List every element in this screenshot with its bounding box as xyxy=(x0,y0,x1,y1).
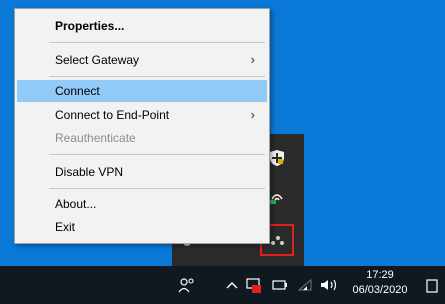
shield-icon[interactable] xyxy=(268,148,286,168)
chevron-right-icon: › xyxy=(250,107,255,122)
people-taskbar-icon[interactable] xyxy=(176,274,198,296)
menu-item-label: Reauthenticate xyxy=(55,131,136,145)
volume-icon[interactable] xyxy=(318,276,340,294)
menu-item-about[interactable]: About... xyxy=(17,193,267,215)
menu-separator xyxy=(49,188,265,189)
menu-separator xyxy=(49,76,265,77)
menu-item-reauthenticate[interactable]: Reauthenticate xyxy=(17,127,267,149)
menu-item-label: Connect xyxy=(55,84,100,98)
menu-item-connect[interactable]: Connect xyxy=(17,80,267,102)
battery-icon[interactable] xyxy=(270,276,290,294)
menu-item-label: Select Gateway xyxy=(55,53,140,67)
clock-time: 17:29 xyxy=(366,269,394,281)
menu-item-label: About... xyxy=(55,197,97,211)
menu-item-connect-end-point[interactable]: Connect to End-Point › xyxy=(17,104,267,126)
clock-date: 06/03/2020 xyxy=(352,284,408,296)
menu-item-label: Properties... xyxy=(55,19,125,33)
context-menu: Properties... Select Gateway › Connect C… xyxy=(14,8,270,244)
chevron-up-icon[interactable] xyxy=(224,276,240,294)
menu-item-label: Exit xyxy=(55,220,76,234)
menu-item-label: Connect to End-Point xyxy=(55,108,170,122)
notification-icon[interactable] xyxy=(422,276,442,296)
menu-item-disable-vpn[interactable]: Disable VPN xyxy=(17,161,267,183)
menu-item-exit[interactable]: Exit xyxy=(17,216,267,238)
network-icon[interactable] xyxy=(244,275,264,295)
wifi-icon[interactable] xyxy=(268,186,286,206)
menu-item-select-gateway[interactable]: Select Gateway › xyxy=(17,49,267,71)
chevron-right-icon: › xyxy=(250,52,255,67)
menu-item-properties[interactable]: Properties... xyxy=(17,15,267,37)
menu-separator xyxy=(49,42,265,43)
wifi-signal-icon[interactable] xyxy=(296,276,316,294)
menu-item-label: Disable VPN xyxy=(55,165,124,179)
menu-separator xyxy=(49,154,265,155)
taskbar-clock[interactable]: 17:29 06/03/2020 xyxy=(352,268,408,298)
